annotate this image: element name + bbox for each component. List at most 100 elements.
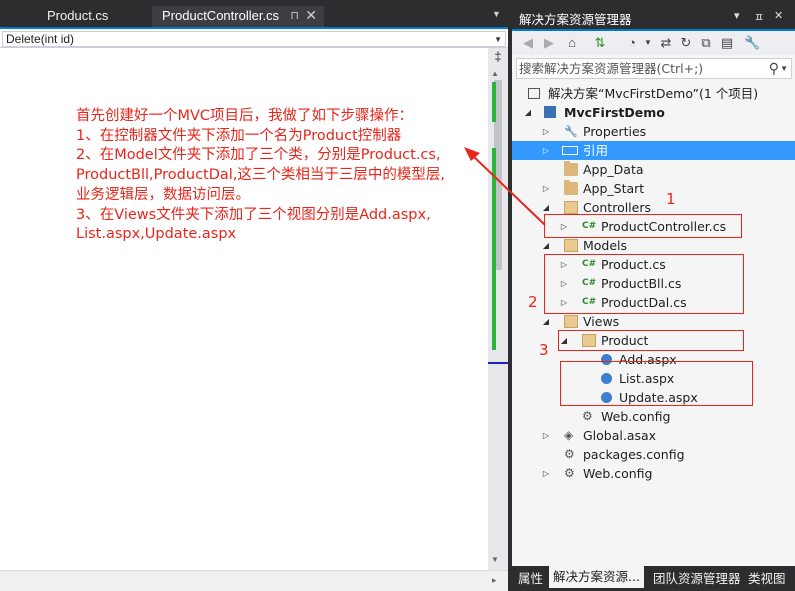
- window-position-dropdown-icon[interactable]: ▾: [734, 9, 740, 22]
- tree-item-label: MvcFirstDemo: [564, 105, 665, 120]
- sync-icon[interactable]: ↻: [678, 35, 694, 51]
- tab-solution-explorer[interactable]: 解决方案资源...: [549, 566, 644, 588]
- tree-item-solution[interactable]: 解决方案“MvcFirstDemo”(1 个项目): [512, 84, 795, 103]
- tree-item-views-web-config[interactable]: ⚙ Web.config: [512, 407, 795, 426]
- tree-item-label: 解决方案“MvcFirstDemo”(1 个项目): [548, 86, 759, 101]
- tree-item-web-config[interactable]: ▷ ⚙ Web.config: [512, 464, 795, 483]
- tree-item-label: App_Start: [583, 181, 645, 196]
- code-editor-pane: Product.cs ProductController.cs ⊓ ✕ ▼ De…: [0, 0, 508, 591]
- tab-list-dropdown-icon[interactable]: ▼: [492, 9, 501, 19]
- tree-item-app-data[interactable]: App_Data: [512, 160, 795, 179]
- annotation-line: 首先创建好一个MVC项目后，我做了如下步骤操作：: [76, 108, 414, 124]
- config-file-icon: ⚙: [564, 447, 575, 461]
- tree-item-global-asax[interactable]: ▷ ◈ Global.asax: [512, 426, 795, 445]
- search-icon[interactable]: ⚲: [769, 60, 779, 77]
- back-icon[interactable]: ◀: [520, 35, 536, 51]
- collapse-icon[interactable]: ◢: [541, 236, 551, 255]
- tree-item-properties[interactable]: ▷ 🔧 Properties: [512, 122, 795, 141]
- open-folder-icon: [564, 239, 578, 252]
- tree-item-label: 引用: [583, 143, 609, 158]
- expand-icon[interactable]: ▷: [541, 179, 551, 198]
- tab-product-cs[interactable]: Product.cs: [37, 6, 147, 27]
- tab-team-explorer[interactable]: 团队资源管理器: [649, 569, 745, 588]
- member-dropdown[interactable]: Delete(int id) ▼: [2, 31, 506, 47]
- show-all-files-icon[interactable]: ▤: [719, 35, 735, 51]
- home-icon[interactable]: ⌂: [564, 35, 580, 51]
- highlight-box-models: [544, 254, 744, 314]
- tree-item-label: Web.config: [601, 409, 671, 424]
- split-window-icon[interactable]: ‡: [491, 50, 505, 65]
- chevron-down-icon: ▼: [494, 35, 502, 44]
- scroll-down-icon[interactable]: ▼: [491, 555, 499, 564]
- config-file-icon: ⚙: [582, 409, 593, 423]
- tree-item-label: Properties: [583, 124, 647, 139]
- change-marker: [492, 148, 496, 350]
- annotation-line: 3、在Views文件夹下添加了三个视图分别是Add.aspx,: [76, 206, 431, 223]
- collapse-all-icon[interactable]: ⧉: [698, 35, 714, 51]
- open-folder-icon: [564, 315, 578, 328]
- tree-item-references[interactable]: ▷ 引用: [512, 141, 795, 160]
- tab-properties[interactable]: 属性: [514, 569, 547, 588]
- solution-explorer-toolbar: ◀ ▶ ⌂ ⇅ ◔ ▼ ⇄ ↻ ⧉ ▤ 🔧: [512, 31, 795, 55]
- tab-class-view[interactable]: 类视图: [744, 569, 790, 588]
- annotation-line: 业务逻辑层，数据访问层。: [76, 186, 250, 203]
- change-marker: [492, 82, 496, 122]
- annotation-line: 2、在Model文件夹下添加了三个类，分别是Product.cs,: [76, 147, 441, 164]
- scroll-right-icon[interactable]: ▸: [492, 575, 497, 586]
- wrench-icon: 🔧: [564, 125, 578, 138]
- caret-position-marker: [488, 362, 508, 364]
- solution-explorer-title-bar: 解决方案资源管理器 ▾ ㅍ ✕: [512, 0, 795, 31]
- solution-explorer-pane: 解决方案资源管理器 ▾ ㅍ ✕ ◀ ▶ ⌂ ⇅ ◔ ▼ ⇄ ↻ ⧉ ▤ 🔧 ⚲ …: [512, 0, 795, 591]
- collapse-icon[interactable]: ◢: [523, 103, 533, 122]
- highlight-box-controller: [544, 214, 742, 238]
- tree-item-models[interactable]: ◢ Models: [512, 236, 795, 255]
- properties-icon[interactable]: 🔧: [744, 35, 760, 51]
- tree-item-views[interactable]: ◢ Views: [512, 312, 795, 331]
- folder-icon: [564, 161, 578, 176]
- tree-item-label: packages.config: [583, 447, 685, 462]
- navigation-bar: Delete(int id) ▼: [0, 30, 508, 48]
- horizontal-scrollbar[interactable]: ▸: [0, 570, 508, 591]
- pin-icon[interactable]: ㅍ: [754, 9, 764, 25]
- scroll-up-icon[interactable]: ▲: [491, 69, 499, 78]
- expand-icon[interactable]: ▷: [541, 141, 551, 160]
- pin-icon[interactable]: ⊓: [290, 6, 299, 26]
- callout-number: 3: [539, 341, 549, 359]
- callout-number: 2: [528, 293, 538, 311]
- config-file-icon: ⚙: [564, 466, 575, 480]
- annotation-line: List.aspx,Update.aspx: [76, 226, 237, 243]
- tree-item-packages-config[interactable]: ⚙ packages.config: [512, 445, 795, 464]
- folder-icon: [564, 180, 578, 195]
- close-icon[interactable]: ✕: [305, 5, 317, 25]
- collapse-icon[interactable]: ◢: [541, 312, 551, 331]
- tab-label: ProductController.cs: [162, 8, 280, 23]
- refresh-icon[interactable]: ⇄: [658, 35, 674, 51]
- global-asax-icon: ◈: [564, 428, 574, 442]
- open-folder-icon: [564, 201, 578, 214]
- member-dropdown-value: Delete(int id): [6, 32, 75, 46]
- tab-productcontroller-cs[interactable]: ProductController.cs ⊓ ✕: [152, 6, 324, 27]
- expand-icon[interactable]: ▷: [541, 464, 551, 483]
- chevron-down-icon[interactable]: ▼: [640, 35, 656, 51]
- tree-item-project[interactable]: ◢ MvcFirstDemo: [512, 103, 795, 122]
- bottom-tab-bar: 属性 解决方案资源... 团队资源管理器 类视图: [512, 566, 795, 591]
- expand-icon[interactable]: ▷: [541, 426, 551, 445]
- tab-label: Product.cs: [47, 8, 109, 23]
- tree-item-app-start[interactable]: ▷ App_Start: [512, 179, 795, 198]
- sync-active-document-icon[interactable]: ⇅: [592, 35, 608, 51]
- annotation-line: ProductBll,ProductDal,这三个类相当于三层中的模型层,: [76, 167, 446, 184]
- expand-icon[interactable]: ▷: [541, 122, 551, 141]
- pending-changes-filter-icon[interactable]: ◔: [624, 35, 640, 51]
- close-icon[interactable]: ✕: [774, 9, 783, 22]
- annotation-line: 1、在控制器文件夹下添加一个名为Product控制器: [76, 127, 402, 144]
- search-input[interactable]: [519, 61, 759, 76]
- solution-explorer-title: 解决方案资源管理器: [519, 13, 632, 27]
- annotation-text: 首先创建好一个MVC项目后，我做了如下步骤操作： 1、在控制器文件夹下添加一个名…: [76, 107, 486, 245]
- chevron-down-icon[interactable]: ▼: [780, 64, 788, 73]
- solution-tree: 解决方案“MvcFirstDemo”(1 个项目) ◢ MvcFirstDemo…: [512, 84, 795, 564]
- callout-number: 1: [666, 190, 676, 208]
- solution-search-box[interactable]: ⚲ ▼: [516, 58, 792, 79]
- tree-item-label: App_Data: [583, 162, 644, 177]
- document-tab-bar: Product.cs ProductController.cs ⊓ ✕ ▼: [0, 0, 508, 29]
- forward-icon[interactable]: ▶: [541, 35, 557, 51]
